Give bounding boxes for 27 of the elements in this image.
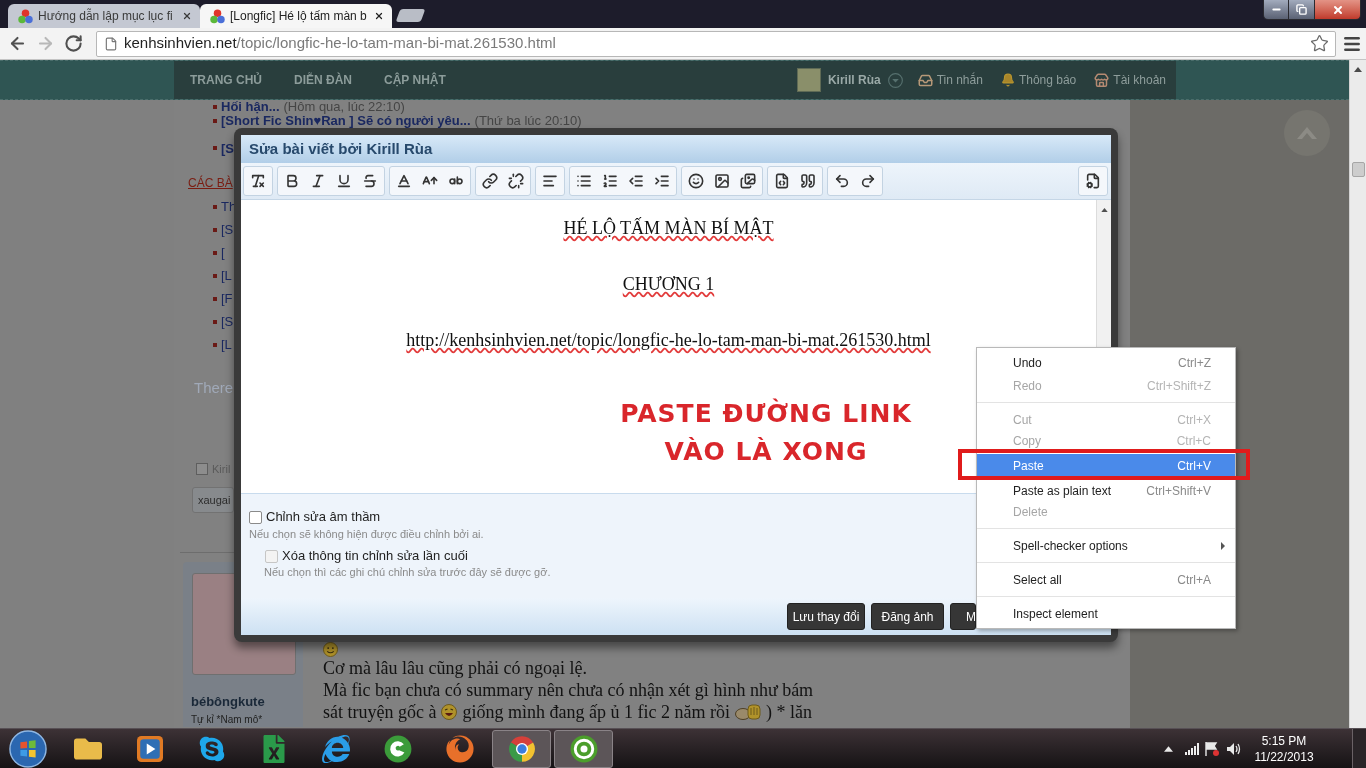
option-hint: Nếu chọn sẽ không hiện được điều chỉnh bởi ai. xyxy=(249,527,484,542)
option-label: Xóa thông tin chỉnh sửa lần cuối xyxy=(282,547,468,566)
shortcut-label: Ctrl+V xyxy=(1177,457,1211,475)
shortcut-label: Ctrl+Z xyxy=(1178,354,1211,372)
post-text: Mà fic bạn chưa có summary nên chưa có nhận xét gì hình như bám xyxy=(323,679,814,701)
annotation-text: PASTE ĐƯỜNG LINK xyxy=(620,397,912,430)
editor-text: HÉ LỘ TẤM MÀN BÍ MẬT xyxy=(563,217,774,239)
post-text: ) * lăn xyxy=(765,701,812,723)
dialog-title-bar: Sửa bài viết bởi Kirill Rùa xyxy=(241,135,1111,163)
shortcut-label: Ctrl+A xyxy=(1177,571,1211,589)
post-text: sát truyện gốc à xyxy=(323,701,437,723)
post-text: Cơ mà lâu lâu cũng phải có ngoại lệ. xyxy=(323,657,587,679)
section-heading: CÁC BÀ xyxy=(188,174,233,192)
thread-time: (Thứ ba lúc 20:10) xyxy=(474,114,582,127)
shortcut-label: Ctrl+Shift+Z xyxy=(1146,377,1211,395)
user-title: Tự kỉ *Nam mô* xyxy=(190,712,264,727)
option-label: Chỉnh sửa âm thầm xyxy=(266,508,381,527)
thread-time: (Hôm qua, lúc 22:10) xyxy=(283,100,405,113)
post-text: giống mình đang ấp ủ 1 fic 2 năm rồi xyxy=(462,701,730,723)
editor-text: CHƯƠNG 1 xyxy=(622,273,715,295)
option-hint: Nếu chọn thì các ghi chú chỉnh sửa trước đây sẽ được gỡ. xyxy=(264,565,551,580)
shortcut-label: Ctrl+Shift+V xyxy=(1146,482,1211,500)
annotation-text: VÀO LÀ XONG xyxy=(664,436,868,468)
url-text: kenhsinhvien.net/topic/longfic-he-lo-tam-man-bi-mat.261530.html xyxy=(124,33,556,54)
shortcut-label: Ctrl+X xyxy=(1177,411,1211,429)
editor-text: http://kenhsinhvien.net/topic/longfic-he-lo-tam-man-bi-mat.261530.html xyxy=(406,329,931,351)
shortcut-label: Ctrl+C xyxy=(1176,432,1211,450)
